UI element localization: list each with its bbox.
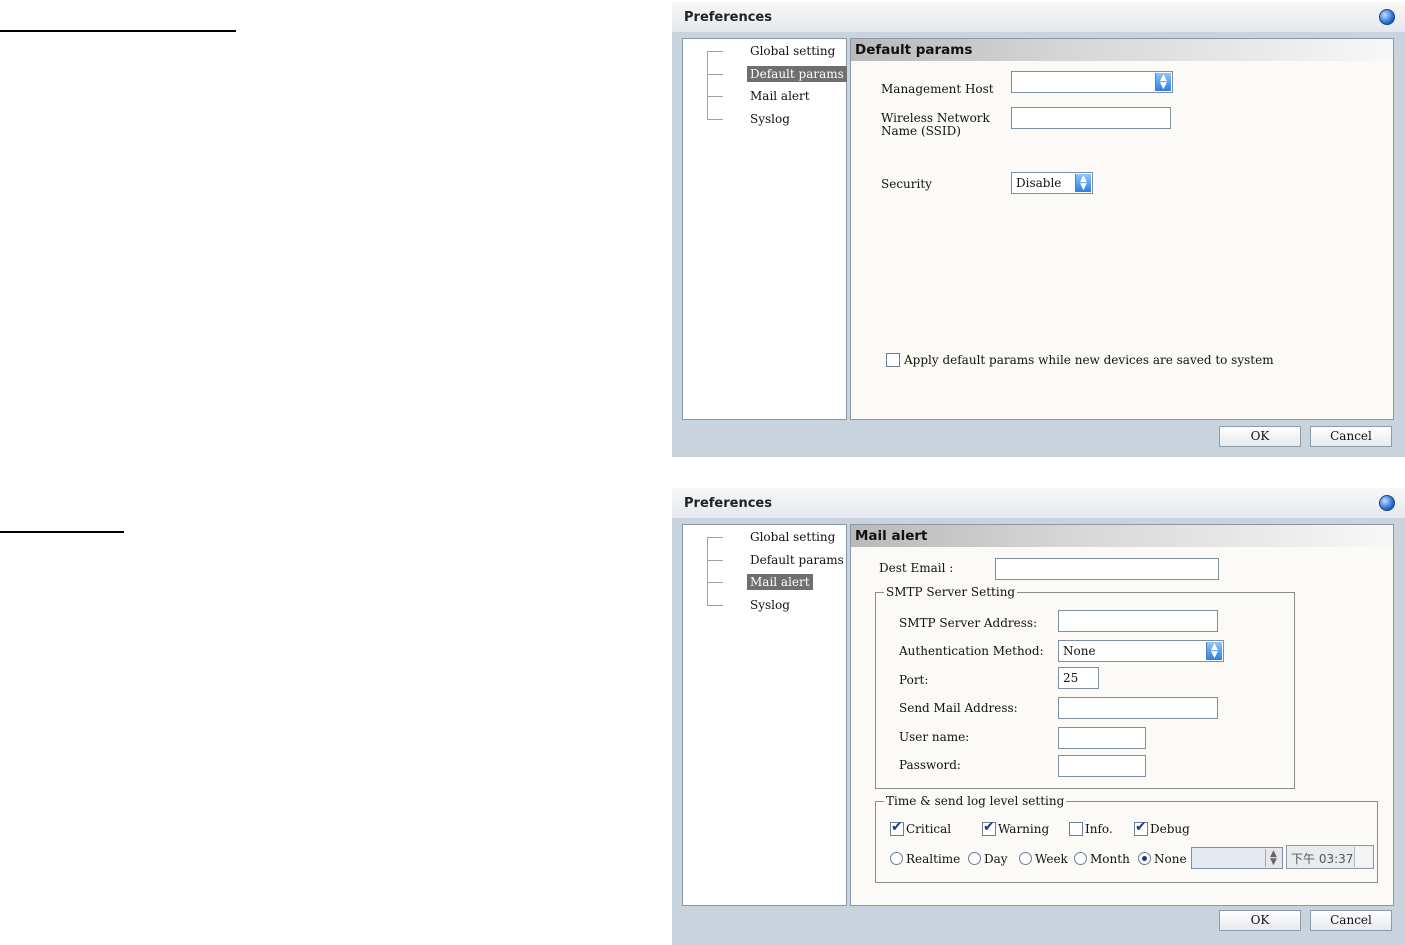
port-input[interactable]: 25	[1058, 667, 1099, 689]
select-arrows-icon: ▲ ▼	[1075, 174, 1091, 192]
warning-label: Warning	[998, 822, 1050, 836]
critical-checkbox[interactable]: ✔	[890, 819, 904, 836]
username-label: User name:	[899, 730, 970, 744]
panel-title: Default params	[855, 42, 973, 58]
debug-label: Debug	[1150, 822, 1190, 836]
debug-checkbox[interactable]: ✔	[1134, 819, 1148, 836]
cancel-button[interactable]: Cancel	[1310, 910, 1392, 931]
preferences-window-default-params: Preferences Global setting Default param…	[672, 2, 1405, 457]
smtp-server-setting-group: SMTP Server Setting SMTP Server Address:…	[875, 585, 1295, 789]
day-label: Day	[984, 852, 1008, 866]
password-label: Password:	[899, 758, 961, 772]
authentication-method-label: Authentication Method:	[899, 644, 1044, 658]
send-mail-address-input[interactable]	[1058, 697, 1218, 719]
month-radio[interactable]	[1074, 852, 1087, 865]
none-radio[interactable]	[1138, 852, 1151, 865]
checkmark-icon: ✔	[1135, 819, 1147, 835]
ssid-label-line2: Name (SSID)	[881, 124, 961, 138]
close-icon[interactable]	[1379, 9, 1395, 25]
preferences-tree: Global setting Default params Mail alert…	[682, 524, 847, 906]
panel-header: Default params	[851, 39, 1393, 61]
realtime-radio[interactable]	[890, 852, 903, 865]
window-title: Preferences	[684, 10, 772, 25]
ok-button[interactable]: OK	[1219, 426, 1301, 447]
critical-label: Critical	[906, 822, 952, 836]
apply-default-params-label: Apply default params while new devices a…	[904, 353, 1274, 367]
day-radio[interactable]	[968, 852, 981, 865]
realtime-label: Realtime	[906, 852, 961, 866]
warning-checkbox[interactable]: ✔	[982, 819, 996, 836]
window-title-bar: Preferences	[672, 2, 1405, 32]
preferences-tree: Global setting Default params Mail alert…	[682, 38, 847, 420]
cancel-button[interactable]: Cancel	[1310, 426, 1392, 447]
window-title-bar: Preferences	[672, 488, 1405, 518]
log-level-setting-group: Time & send log level setting ✔ Critical…	[875, 794, 1378, 883]
preferences-window-mail-alert: Preferences Global setting Default param…	[672, 488, 1405, 945]
smtp-group-label: SMTP Server Setting	[884, 585, 1018, 599]
authentication-method-select[interactable]: None ▲ ▼	[1058, 640, 1224, 662]
apply-default-params-checkbox[interactable]	[886, 353, 900, 367]
week-radio[interactable]	[1019, 852, 1032, 865]
week-label: Week	[1035, 852, 1068, 866]
info-checkbox[interactable]	[1069, 822, 1083, 836]
select-arrows-icon: ▲ ▼	[1155, 73, 1171, 91]
security-select[interactable]: Disable ▲ ▼	[1011, 172, 1093, 194]
schedule-time-picker[interactable]: 下午 03:37:	[1286, 845, 1374, 869]
management-host-label: Management Host	[881, 82, 994, 96]
panel-title: Mail alert	[855, 528, 928, 544]
settings-panel: Default params Management Host ▲ ▼ Wirele…	[850, 38, 1394, 420]
smtp-server-address-label: SMTP Server Address:	[899, 616, 1038, 630]
info-label: Info.	[1085, 822, 1113, 836]
ok-button[interactable]: OK	[1219, 910, 1301, 931]
security-label: Security	[881, 177, 932, 191]
dest-email-label: Dest Email :	[879, 561, 954, 575]
none-label: None	[1154, 852, 1187, 866]
document-heading-underline	[0, 531, 124, 533]
settings-panel: Mail alert Dest Email : SMTP Server Sett…	[850, 524, 1394, 906]
username-input[interactable]	[1058, 727, 1146, 749]
select-arrows-icon: ▲ ▼	[1206, 642, 1222, 660]
password-input[interactable]	[1058, 755, 1146, 777]
schedule-day-select[interactable]: ▲ ▼	[1191, 847, 1283, 869]
select-arrows-icon: ▲ ▼	[1265, 849, 1281, 867]
smtp-server-address-input[interactable]	[1058, 610, 1218, 632]
checkmark-icon: ✔	[891, 819, 903, 835]
management-host-select[interactable]: ▲ ▼	[1011, 71, 1173, 93]
close-icon[interactable]	[1379, 495, 1395, 511]
ssid-input[interactable]	[1011, 107, 1171, 129]
dest-email-input[interactable]	[995, 558, 1219, 580]
panel-header: Mail alert	[851, 525, 1393, 547]
send-mail-address-label: Send Mail Address:	[899, 701, 1018, 715]
spinner-icon[interactable]	[1354, 847, 1372, 867]
window-title: Preferences	[684, 496, 772, 511]
checkmark-icon: ✔	[983, 819, 995, 835]
port-label: Port:	[899, 673, 929, 687]
month-label: Month	[1090, 852, 1130, 866]
document-heading-underline	[0, 30, 236, 32]
log-group-label: Time & send log level setting	[884, 794, 1067, 808]
